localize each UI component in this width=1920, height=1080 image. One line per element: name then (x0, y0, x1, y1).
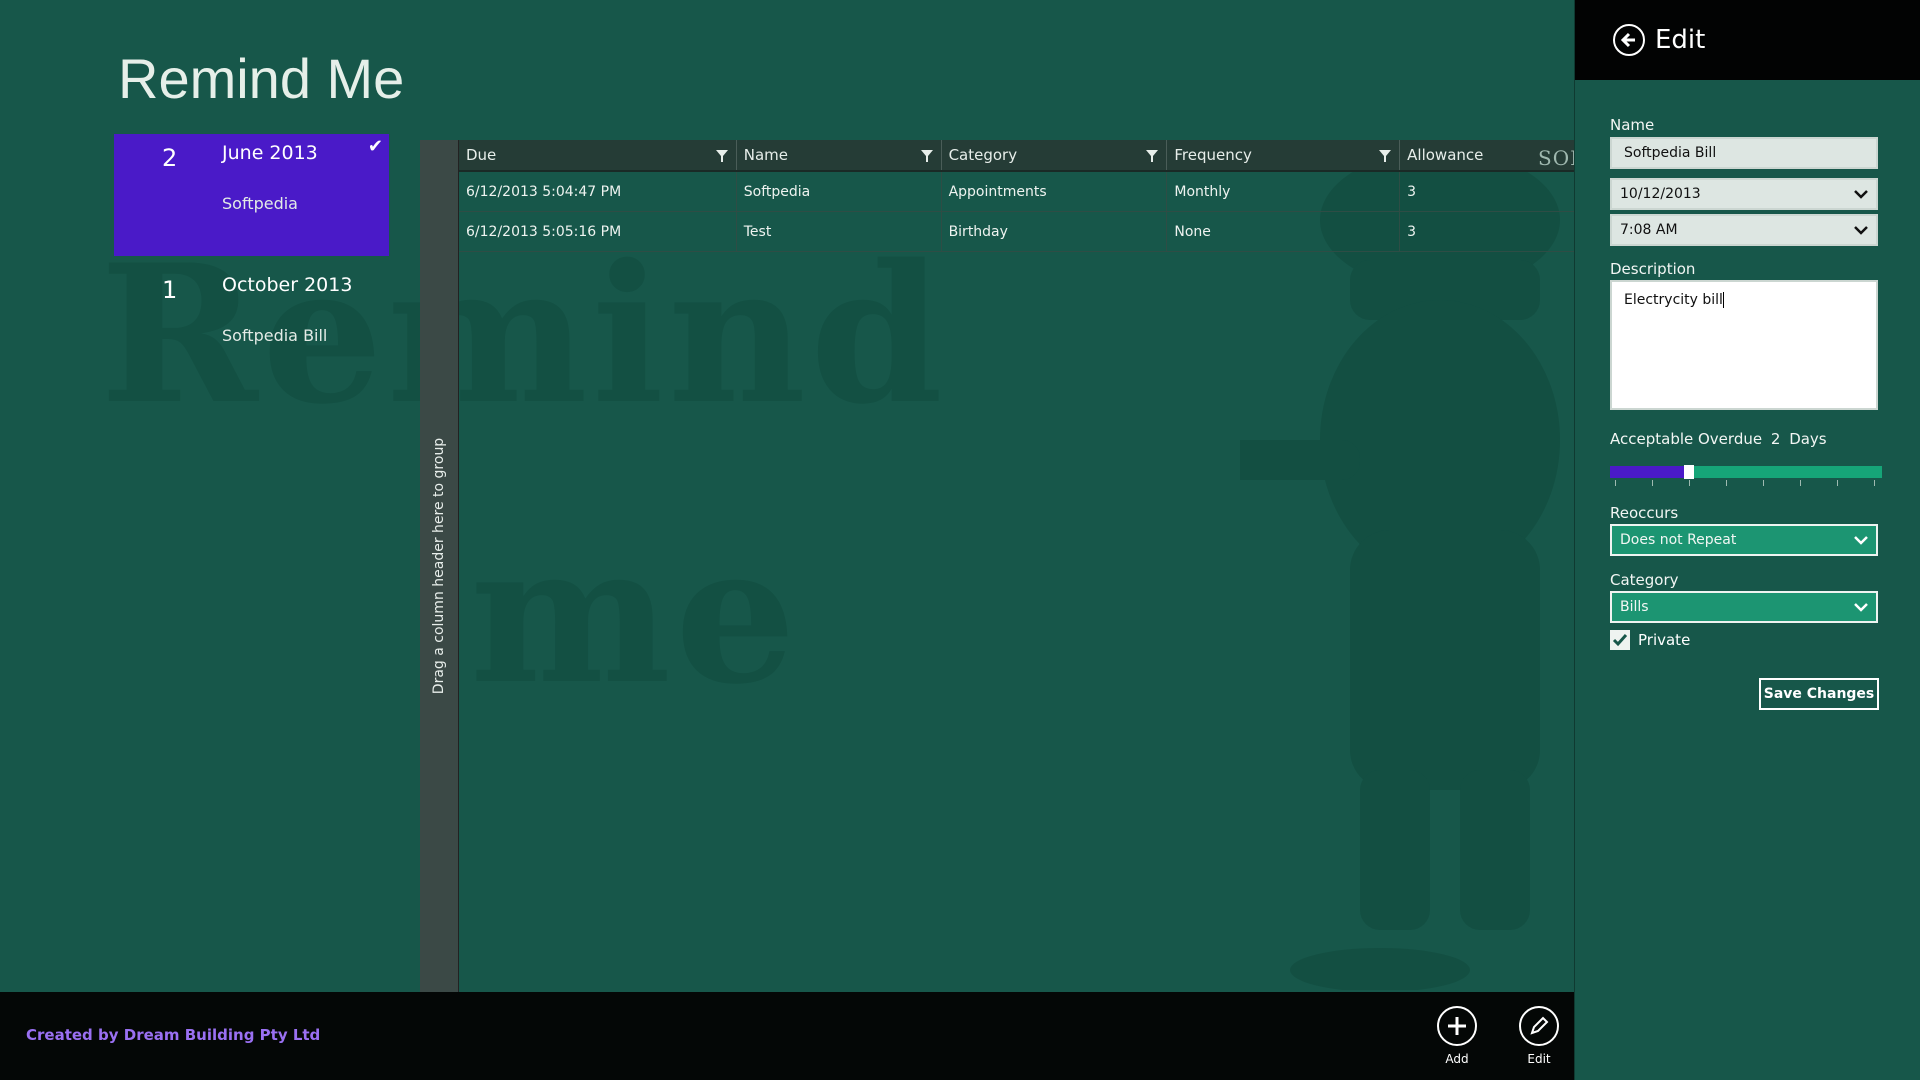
group-month: June 2013 (222, 142, 318, 164)
slider-tick (1763, 480, 1764, 486)
cell-name: Test (737, 212, 942, 251)
slider-tick (1726, 480, 1727, 486)
app-title: Remind Me (118, 47, 405, 110)
description-value: Electrycity bill (1624, 292, 1723, 308)
date-value: 10/12/2013 (1620, 186, 1701, 202)
group-item: Softpedia Bill (222, 326, 328, 345)
edit-label: Edit (1527, 1052, 1551, 1066)
selected-check-icon: ✔ (367, 136, 383, 157)
edit-panel-header: Edit (1575, 0, 1920, 80)
time-picker[interactable]: 7:08 AM (1610, 214, 1878, 246)
column-header-frequency[interactable]: Frequency (1167, 140, 1401, 170)
column-header-category[interactable]: Category (942, 140, 1168, 170)
name-label: Name (1610, 116, 1655, 134)
category-label: Category (1610, 571, 1679, 589)
overdue-slider[interactable] (1610, 465, 1882, 479)
column-label: Category (948, 146, 1018, 164)
reoccurs-select[interactable]: Does not Repeat (1610, 524, 1878, 556)
reminder-group-list: 2 June 2013 Softpedia ✔ 1 October 2013 S… (114, 134, 389, 398)
chevron-down-icon (1854, 536, 1868, 545)
cell-frequency: None (1167, 212, 1401, 251)
group-hint-text: Drag a column header here to group (431, 437, 447, 695)
slider-tick (1689, 480, 1690, 486)
chevron-down-icon (1854, 226, 1868, 235)
plus-icon (1437, 1006, 1477, 1046)
name-input[interactable]: Softpedia Bill (1610, 137, 1878, 169)
description-textarea[interactable]: Electrycity bill (1610, 280, 1878, 410)
checkmark-icon (1610, 630, 1630, 650)
description-label: Description (1610, 260, 1696, 278)
table-row[interactable]: 6/12/2013 5:05:16 PM Test Birthday None … (459, 212, 1574, 252)
column-label: Allowance (1407, 146, 1484, 164)
filter-icon[interactable] (1146, 150, 1159, 162)
bottom-app-bar: Created by Dream Building Pty Ltd Add Ed… (0, 992, 1574, 1080)
slider-tick (1800, 480, 1801, 486)
credit-text: Created by Dream Building Pty Ltd (26, 1026, 321, 1044)
column-label: Name (743, 146, 789, 164)
table-row[interactable]: 6/12/2013 5:04:47 PM Softpedia Appointme… (459, 172, 1574, 212)
chevron-down-icon (1854, 603, 1868, 612)
cell-category: Appointments (942, 172, 1168, 211)
time-value: 7:08 AM (1620, 222, 1678, 238)
column-header-due[interactable]: Due (459, 140, 737, 170)
pencil-icon (1519, 1006, 1559, 1046)
overdue-label-row: Acceptable Overdue 2 Days (1610, 430, 1827, 448)
add-button[interactable]: Add (1422, 1006, 1492, 1066)
column-label: Due (466, 146, 497, 164)
text-caret (1722, 292, 1724, 308)
back-arrow-icon[interactable] (1613, 24, 1645, 56)
slider-fill (1610, 466, 1689, 478)
overdue-unit: Days (1789, 430, 1827, 448)
edit-panel-title: Edit (1655, 25, 1706, 55)
overdue-label: Acceptable Overdue (1610, 430, 1763, 448)
filter-icon[interactable] (920, 150, 933, 162)
group-june-2013[interactable]: 2 June 2013 Softpedia ✔ (114, 134, 389, 256)
filter-icon[interactable] (1379, 150, 1392, 162)
grid-header: Due Name Category Frequency Allowance (459, 140, 1574, 172)
slider-tick (1652, 480, 1653, 486)
group-october-2013[interactable]: 1 October 2013 Softpedia Bill (114, 266, 389, 388)
group-count: 2 (162, 144, 178, 172)
cell-allowance: 3 (1407, 183, 1417, 200)
group-count: 1 (162, 276, 178, 304)
filter-icon[interactable] (715, 150, 728, 162)
slider-tick (1837, 480, 1838, 486)
cell-frequency: Monthly (1167, 172, 1401, 211)
slider-tick (1874, 480, 1875, 486)
cell-category: Birthday (942, 212, 1168, 251)
group-by-drop-area[interactable]: Drag a column header here to group (420, 140, 458, 992)
edit-button[interactable]: Edit (1504, 1006, 1574, 1066)
cell-due: 6/12/2013 5:05:16 PM (459, 212, 737, 251)
group-month: October 2013 (222, 274, 353, 296)
cell-due: 6/12/2013 5:04:47 PM (459, 172, 737, 211)
reoccurs-label: Reoccurs (1610, 504, 1679, 522)
slider-tick (1615, 480, 1616, 486)
save-changes-button[interactable]: Save Changes (1759, 678, 1879, 710)
private-checkbox[interactable]: Private (1610, 630, 1690, 650)
private-label: Private (1638, 631, 1691, 649)
reoccurs-value: Does not Repeat (1620, 532, 1737, 548)
overdue-value: 2 (1770, 430, 1781, 448)
cell-allowance: 3 (1407, 223, 1417, 240)
category-value: Bills (1620, 599, 1649, 615)
column-header-name[interactable]: Name (737, 140, 942, 170)
edit-panel: Edit Name Softpedia Bill 10/12/2013 7:08… (1574, 0, 1920, 1080)
chevron-down-icon (1854, 190, 1868, 199)
column-label: Frequency (1174, 146, 1252, 164)
date-picker[interactable]: 10/12/2013 (1610, 178, 1878, 210)
reminder-grid: Due Name Category Frequency Allowance 6/… (458, 140, 1574, 992)
cell-name: Softpedia (737, 172, 942, 211)
slider-thumb[interactable] (1683, 465, 1694, 479)
add-label: Add (1445, 1052, 1469, 1066)
group-item: Softpedia (222, 194, 298, 213)
category-select[interactable]: Bills (1610, 591, 1878, 623)
slider-ticks (1610, 480, 1882, 486)
